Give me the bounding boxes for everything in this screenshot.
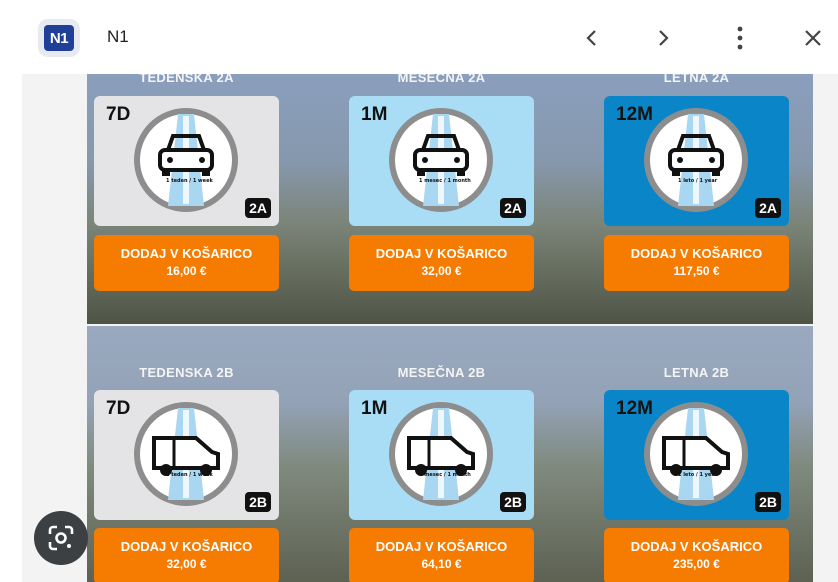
column-title: MESEČNA 2B bbox=[397, 365, 486, 380]
duration-code: 1M bbox=[361, 398, 388, 419]
page-title: N1 bbox=[107, 27, 129, 46]
price: 16,00 € bbox=[166, 264, 207, 278]
price: 32,00 € bbox=[421, 264, 462, 278]
add-to-cart-button[interactable]: DODAJ V KOŠARICO 32,00 € bbox=[94, 528, 279, 582]
vignette-card-weekly-2a[interactable]: 7D 1 teden / 1 week 2A bbox=[94, 96, 279, 226]
forward-button[interactable] bbox=[645, 20, 681, 56]
column-title: TEDENSKA 2B bbox=[139, 365, 234, 380]
car-roundel-icon bbox=[389, 108, 493, 212]
validity-text: 1 teden / 1 week bbox=[166, 472, 213, 478]
class-badge: 2B bbox=[245, 492, 271, 512]
more-vert-icon bbox=[737, 26, 743, 50]
close-button[interactable] bbox=[795, 20, 831, 56]
more-options-button[interactable] bbox=[722, 20, 758, 56]
price: 32,00 € bbox=[166, 557, 207, 571]
price: 235,00 € bbox=[673, 557, 720, 571]
class-badge: 2A bbox=[500, 198, 526, 218]
button-label: DODAJ V KOŠARICO bbox=[120, 246, 253, 261]
close-icon bbox=[805, 30, 821, 46]
column-title: LETNA 2B bbox=[663, 365, 730, 380]
validity-text: 1 teden / 1 week bbox=[166, 178, 213, 184]
column-title: LETNA 2A bbox=[663, 74, 730, 85]
vignette-card-weekly-2b[interactable]: 7D 1 teden / 1 week 2B bbox=[94, 390, 279, 520]
chevron-left-icon bbox=[586, 30, 596, 46]
add-to-cart-button[interactable]: DODAJ V KOŠARICO 64,10 € bbox=[349, 528, 534, 582]
google-lens-button[interactable] bbox=[34, 511, 88, 565]
validity-text: 1 mesec / 1 month bbox=[419, 178, 471, 184]
price: 64,10 € bbox=[421, 557, 462, 571]
class-badge: 2B bbox=[500, 492, 526, 512]
validity-text: 1 leto / 1 year bbox=[678, 178, 718, 184]
validity-text: 1 leto / 1 year bbox=[678, 472, 718, 478]
column-title: TEDENSKA 2A bbox=[139, 74, 234, 85]
button-label: DODAJ V KOŠARICO bbox=[630, 246, 763, 261]
add-to-cart-button[interactable]: DODAJ V KOŠARICO 32,00 € bbox=[349, 235, 534, 291]
validity-text: 1 mesec / 1 month bbox=[419, 472, 471, 478]
duration-code: 7D bbox=[106, 398, 131, 419]
vignette-card-monthly-2b[interactable]: 1M 1 mesec / 1 month 2B bbox=[349, 390, 534, 520]
van-roundel-icon bbox=[134, 402, 238, 506]
add-to-cart-button[interactable]: DODAJ V KOŠARICO 117,50 € bbox=[604, 235, 789, 291]
van-roundel-icon bbox=[644, 402, 748, 506]
column-title: MESEČNA 2A bbox=[397, 74, 486, 85]
vignette-card-yearly-2b[interactable]: 12M 1 leto / 1 year 2B bbox=[604, 390, 789, 520]
car-roundel-icon bbox=[134, 108, 238, 212]
class-badge: 2A bbox=[245, 198, 271, 218]
google-lens-icon bbox=[48, 525, 74, 551]
vignette-card-monthly-2a[interactable]: 1M 1 mesec / 1 month 2A bbox=[349, 96, 534, 226]
add-to-cart-button[interactable]: DODAJ V KOŠARICO 235,00 € bbox=[604, 528, 789, 582]
van-roundel-icon bbox=[389, 402, 493, 506]
price: 117,50 € bbox=[673, 264, 720, 278]
button-label: DODAJ V KOŠARICO bbox=[375, 539, 508, 554]
duration-code: 7D bbox=[106, 104, 131, 125]
site-logo: N1 bbox=[44, 25, 74, 51]
back-button[interactable] bbox=[574, 20, 610, 56]
class-badge: 2A bbox=[755, 198, 781, 218]
button-label: DODAJ V KOŠARICO bbox=[630, 539, 763, 554]
top-app-bar: N1 N1 bbox=[0, 0, 838, 74]
vignette-section-2b: TEDENSKA 2B MESEČNA 2B LETNA 2B 7D 1 ted… bbox=[87, 326, 813, 582]
class-badge: 2B bbox=[755, 492, 781, 512]
page-content: TEDENSKA 2A MESEČNA 2A LETNA 2A 7D 1 ted… bbox=[22, 74, 838, 582]
chevron-right-icon bbox=[659, 30, 669, 46]
button-label: DODAJ V KOŠARICO bbox=[120, 539, 253, 554]
add-to-cart-button[interactable]: DODAJ V KOŠARICO 16,00 € bbox=[94, 235, 279, 291]
car-roundel-icon bbox=[644, 108, 748, 212]
vignette-section-2a: TEDENSKA 2A MESEČNA 2A LETNA 2A 7D 1 ted… bbox=[87, 74, 813, 324]
vignette-card-yearly-2a[interactable]: 12M 1 leto / 1 year 2A bbox=[604, 96, 789, 226]
button-label: DODAJ V KOŠARICO bbox=[375, 246, 508, 261]
duration-code: 1M bbox=[361, 104, 388, 125]
